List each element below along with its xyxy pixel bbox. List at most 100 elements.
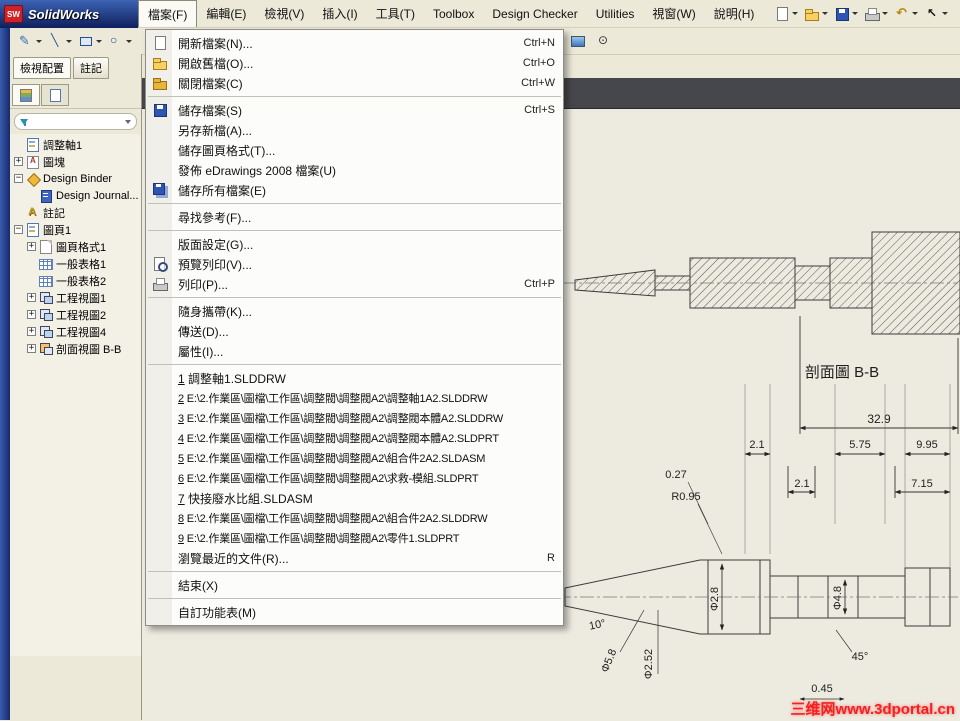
menubar-item[interactable]: 視窗(W)	[643, 0, 704, 27]
tree-item[interactable]: + 圖頁格式1	[12, 238, 141, 255]
file-menu-item[interactable]: 預覽列印(V)...	[146, 254, 563, 274]
file-menu-item[interactable]: 開新檔案(N)... Ctrl+N	[146, 33, 563, 53]
print-icon	[864, 6, 880, 22]
menu-item-shortcut: Ctrl+N	[523, 37, 555, 49]
file-menu-item[interactable]: 瀏覽最近的文件(R)... R	[146, 548, 563, 568]
menu-item-label: 6 E:\2.作業區\圖檔\工作區\調整閥\調整閥A2\求救-模組.SLDPRT	[178, 473, 479, 485]
sheet-icon	[26, 137, 40, 152]
expand-plus-icon[interactable]: +	[27, 344, 36, 353]
file-menu-item[interactable]: 尋找參考(F)...	[146, 207, 563, 227]
tree-item-label: 剖面視圖 B-B	[56, 343, 122, 356]
file-menu-item[interactable]: 隨身攜帶(K)...	[146, 301, 563, 321]
dropdown-caret-icon	[942, 12, 948, 15]
expand-plus-icon[interactable]: +	[27, 327, 36, 336]
file-menu-item[interactable]: 2 E:\2.作業區\圖檔\工作區\調整閥\調整閥A2\調整軸1A2.SLDDR…	[146, 388, 563, 408]
file-menu-item[interactable]: 開啟舊檔(O)... Ctrl+O	[146, 53, 563, 73]
tree-item[interactable]: − 圖頁1	[12, 221, 141, 238]
circle-tool-button[interactable]	[106, 30, 134, 52]
property-sheet-icon	[49, 88, 61, 102]
tree-item[interactable]: − Design Binder	[12, 170, 141, 187]
menu-item-label: 屬性(I)...	[178, 344, 224, 359]
menubar-item[interactable]: 檔案(F)	[138, 0, 198, 27]
tree-item[interactable]: Design Journal...	[12, 187, 141, 204]
file-menu-item[interactable]: 列印(P)... Ctrl+P	[146, 274, 563, 294]
tree-item[interactable]: + 工程視圖1	[12, 289, 141, 306]
file-menu-item[interactable]: 7 快接廢水比組.SLDASM	[146, 488, 563, 508]
propertymanager-tab[interactable]	[41, 84, 69, 106]
file-menu-item[interactable]: 3 E:\2.作業區\圖檔\工作區\調整閥\調整閥A2\調整閥本體A2.SLDD…	[146, 408, 563, 428]
image-tool-button[interactable]	[566, 30, 590, 52]
expand-minus-icon[interactable]: −	[14, 174, 23, 183]
file-menu-item[interactable]: 發佈 eDrawings 2008 檔案(U)	[146, 160, 563, 180]
featuremanager-tree-tab[interactable]	[12, 84, 40, 106]
feature-tree: 調整軸1 + 圖塊 − Design Binder Design Journal... 註記…	[10, 134, 141, 656]
dropdown-caret-icon	[36, 39, 42, 43]
tree-item[interactable]: + 圖塊	[12, 153, 141, 170]
circle-icon	[108, 33, 124, 49]
tree-item[interactable]: 註記	[12, 204, 141, 221]
file-menu-item[interactable]: 另存新檔(A)...	[146, 120, 563, 140]
sketch-button[interactable]	[16, 30, 44, 52]
file-menu-item[interactable]: 儲存檔案(S) Ctrl+S	[146, 100, 563, 120]
file-menu-item[interactable]: 1 調整軸1.SLDDRW	[146, 368, 563, 388]
menubar-item[interactable]: 說明(H)	[705, 0, 764, 27]
menu-item-label: 4 E:\2.作業區\圖檔\工作區\調整閥\調整閥A2\調整閥本體A2.SLDP…	[178, 433, 499, 445]
line-tool-button[interactable]	[46, 30, 74, 52]
file-menu-item[interactable]: 6 E:\2.作業區\圖檔\工作區\調整閥\調整閥A2\求救-模組.SLDPRT	[146, 468, 563, 488]
tree-item[interactable]: + 工程視圖4	[12, 323, 141, 340]
sketch-icon	[18, 33, 34, 49]
file-menu-item[interactable]: 關閉檔案(C) Ctrl+W	[146, 73, 563, 93]
expand-plus-icon[interactable]: +	[27, 242, 36, 251]
menu-separator	[148, 297, 561, 298]
watermark-text: 三维网www.3dportal.cn	[790, 701, 955, 718]
menu-separator	[148, 96, 561, 97]
save-button[interactable]	[832, 3, 860, 25]
tree-item-label: 工程視圖2	[56, 309, 107, 322]
menu-item-label: 自訂功能表(M)	[178, 605, 256, 620]
menubar-item[interactable]: 編輯(E)	[197, 0, 255, 27]
select-pointer-button[interactable]	[922, 3, 950, 25]
tab-annotation[interactable]: 註記	[73, 57, 109, 79]
file-menu-item[interactable]: 儲存所有檔案(E)	[146, 180, 563, 200]
commandmanager-tabs: 檢視配置 註記	[10, 54, 141, 81]
expand-minus-icon[interactable]: −	[14, 225, 23, 234]
menubar-item[interactable]: 工具(T)	[367, 0, 424, 27]
tree-item[interactable]: + 工程視圖2	[12, 306, 141, 323]
print-button[interactable]	[862, 3, 890, 25]
menu-item-label: 儲存圖頁格式(T)...	[178, 143, 276, 158]
menubar-item[interactable]: 檢視(V)	[255, 0, 313, 27]
file-menu-item[interactable]: 結束(X)	[146, 575, 563, 595]
undo-button[interactable]	[892, 3, 920, 25]
menubar-item[interactable]: Design Checker	[483, 0, 586, 27]
file-menu-item[interactable]: 自訂功能表(M)	[146, 602, 563, 622]
line-icon	[48, 33, 64, 49]
file-menu-item[interactable]: 8 E:\2.作業區\圖檔\工作區\調整閥\調整閥A2\組合件2A2.SLDDR…	[146, 508, 563, 528]
new-document-button[interactable]	[772, 3, 800, 25]
expand-plus-icon[interactable]: +	[27, 310, 36, 319]
file-menu-item[interactable]: 9 E:\2.作業區\圖檔\工作區\調整閥\調整閥A2\零件1.SLDPRT	[146, 528, 563, 548]
tree-item[interactable]: 一般表格2	[12, 272, 141, 289]
file-menu-item[interactable]: 儲存圖頁格式(T)...	[146, 140, 563, 160]
file-menu-item[interactable]: 版面設定(G)...	[146, 234, 563, 254]
file-menu-item[interactable]: 4 E:\2.作業區\圖檔\工作區\調整閥\調整閥A2\調整閥本體A2.SLDP…	[146, 428, 563, 448]
menubar-item[interactable]: Toolbox	[424, 0, 483, 27]
rect-icon	[78, 33, 94, 49]
menu-item-label: 1 調整軸1.SLDDRW	[178, 371, 286, 386]
file-menu-item[interactable]: 屬性(I)...	[146, 341, 563, 361]
menu-item-label: 關閉檔案(C)	[178, 76, 243, 91]
expand-plus-icon[interactable]: +	[14, 157, 23, 166]
tree-filter-bar[interactable]	[14, 113, 137, 130]
tree-item[interactable]: 一般表格1	[12, 255, 141, 272]
menubar-item[interactable]: 插入(I)	[313, 0, 366, 27]
file-menu-item[interactable]: 5 E:\2.作業區\圖檔\工作區\調整閥\調整閥A2\組合件2A2.SLDAS…	[146, 448, 563, 468]
file-menu-item[interactable]: 傳送(D)...	[146, 321, 563, 341]
rectangle-tool-button[interactable]	[76, 30, 104, 52]
expand-plus-icon[interactable]: +	[27, 293, 36, 302]
open-document-button[interactable]	[802, 3, 830, 25]
tree-item[interactable]: 調整軸1	[12, 136, 141, 153]
menubar-item[interactable]: Utilities	[587, 0, 644, 27]
pointer-icon	[924, 6, 940, 22]
tab-view-layout[interactable]: 檢視配置	[13, 57, 71, 79]
target-tool-button[interactable]	[592, 30, 616, 52]
tree-item[interactable]: + 剖面視圖 B-B	[12, 340, 141, 357]
